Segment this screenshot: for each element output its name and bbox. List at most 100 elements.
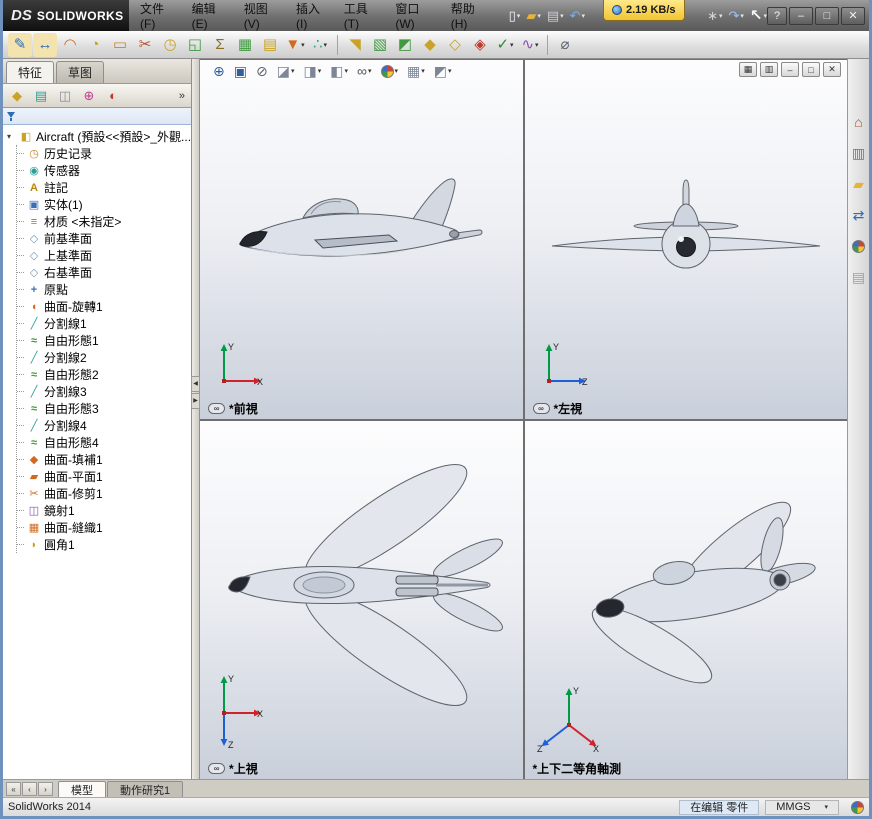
menu-view[interactable]: 视图(V) <box>237 0 289 31</box>
tab-first-button[interactable]: « <box>6 782 21 796</box>
menu-tools[interactable]: 工具(T) <box>337 0 389 31</box>
tree-item[interactable]: ≡ 材质 <未指定> <box>17 213 191 230</box>
offset-surface-icon[interactable]: ◇ <box>443 33 467 57</box>
view-orientation-icon[interactable]: ◨ ▾ <box>301 62 325 80</box>
three-d-curve-icon[interactable]: ◠ <box>58 33 82 57</box>
apply-scene-icon[interactable]: ▦ ▾ <box>404 62 428 80</box>
section-view-icon-caret[interactable]: ▾ <box>291 67 295 75</box>
tree-item[interactable]: ╱ 分割線1 <box>17 315 191 332</box>
pattern-icon-caret[interactable]: ▾ <box>324 41 328 49</box>
new-document-icon-caret[interactable]: ▾ <box>517 12 521 20</box>
dimxpertmanager-tab[interactable]: ⊕ <box>79 86 99 106</box>
history-bar-icon[interactable]: ◷ <box>158 33 182 57</box>
featuremanager-tab[interactable]: ◆ <box>7 86 27 106</box>
viewport-single-button[interactable]: ▥ <box>760 62 778 77</box>
undo-icon[interactable]: ↶ ▾ <box>568 8 587 23</box>
spline-tools-icon[interactable]: ∿ ▾ <box>518 33 542 57</box>
minimize-button[interactable]: – <box>789 6 813 25</box>
planar-surface-icon[interactable]: ▧ <box>368 33 392 57</box>
design-library-tab[interactable]: ▰ <box>850 175 868 193</box>
units-caret-icon[interactable]: ▾ <box>824 803 828 811</box>
filter-bar[interactable] <box>3 108 192 125</box>
tree-item[interactable]: ╱ 分割線4 <box>17 417 191 434</box>
filled-surface-icon[interactable]: ◆ <box>418 33 442 57</box>
undo-icon-caret[interactable]: ▾ <box>582 12 586 20</box>
edit-appearance-icon-caret[interactable]: ▾ <box>395 67 399 75</box>
file-explorer-tab[interactable]: ⇄ <box>850 206 868 224</box>
display-style-icon[interactable]: ◧ ▾ <box>327 62 351 80</box>
status-units-selector[interactable]: MMGS ▾ <box>765 799 839 815</box>
design-table-icon[interactable]: ▦ <box>233 33 257 57</box>
menu-help[interactable]: 帮助(H) <box>444 0 497 31</box>
annotations-icon[interactable]: ▤ <box>258 33 282 57</box>
tree-item[interactable]: ≈ 自由形態2 <box>17 366 191 383</box>
reorder-icon[interactable]: ◔ <box>83 33 107 57</box>
tree-item[interactable]: ▰ 曲面-平面1 <box>17 468 191 485</box>
measure-tool-icon[interactable]: ⌀ <box>553 33 577 57</box>
sketch-check-icon-caret[interactable]: ▾ <box>510 41 514 49</box>
menu-edit[interactable]: 编辑(E) <box>185 0 237 31</box>
displaymanager-tab[interactable]: ◐ <box>103 86 123 106</box>
propertymanager-tab[interactable]: ▤ <box>31 86 51 106</box>
knit-surface-icon[interactable]: ◩ <box>393 33 417 57</box>
viewport-layout-button[interactable]: ▦ <box>739 62 757 77</box>
tree-item[interactable]: ≈ 自由形態4 <box>17 434 191 451</box>
custom-properties-tab[interactable]: ▤ <box>850 268 868 286</box>
delete-face-icon[interactable]: ◈ <box>468 33 492 57</box>
edit-sketch-icon[interactable]: ✎ <box>8 32 32 57</box>
expand-panel-button[interactable]: ▶ <box>191 392 201 409</box>
home-tab[interactable]: ⌂ <box>850 113 868 131</box>
tree-item[interactable]: ◖ 曲面-旋轉1 <box>17 298 191 315</box>
tab-prev-button[interactable]: ‹ <box>22 782 37 796</box>
tree-item[interactable]: ▦ 曲面-縫織1 <box>17 519 191 536</box>
selection-filter-icon-caret[interactable]: ▾ <box>301 41 305 49</box>
view-orientation-icon-caret[interactable]: ▾ <box>318 67 322 75</box>
apply-scene-icon-caret[interactable]: ▾ <box>421 67 425 75</box>
doc-minimize-button[interactable]: – <box>781 62 799 77</box>
edit-appearance-icon[interactable]: ▾ <box>378 63 402 80</box>
extruded-surface-icon[interactable]: ◥ <box>343 33 367 57</box>
panel-tab-features[interactable]: 特征 <box>6 61 55 83</box>
selection-filter-icon[interactable]: ▼ ▾ <box>283 33 307 57</box>
maximize-button[interactable]: □ <box>815 6 839 25</box>
viewport-top[interactable]: ∞ *上視 Y X Z <box>200 420 523 779</box>
tree-root-part[interactable]: ▾ ◧ Aircraft (預設<<預設>_外觀... <box>7 128 191 145</box>
tree-item[interactable]: ◫ 鏡射1 <box>17 502 191 519</box>
rectangle-tool-icon[interactable]: ▭ <box>108 33 132 57</box>
tree-item[interactable]: ◉ 传感器 <box>17 162 191 179</box>
tree-item[interactable]: ╱ 分割線2 <box>17 349 191 366</box>
viewport-left[interactable]: ∞ *左視 Y Z <box>524 60 847 419</box>
pattern-icon[interactable]: ∴ ▾ <box>308 33 332 57</box>
tab-next-button[interactable]: › <box>38 782 53 796</box>
appearances-tab[interactable] <box>850 237 868 255</box>
help-button[interactable]: ? <box>767 6 787 25</box>
insert-part-icon[interactable]: ◱ <box>183 33 207 57</box>
status-sphere-icon[interactable] <box>851 800 864 814</box>
view-settings-icon-caret[interactable]: ▾ <box>448 67 452 75</box>
redo-icon-caret[interactable]: ▾ <box>740 12 744 20</box>
tree-item[interactable]: ◷ 历史记录 <box>17 145 191 162</box>
resources-tab[interactable]: ▥ <box>850 144 868 162</box>
menu-file[interactable]: 文件(F) <box>133 0 185 31</box>
open-document-icon[interactable]: ▰ ▾ <box>524 8 543 23</box>
options-gear-icon[interactable]: ∗ ▾ <box>705 8 724 23</box>
section-view-icon[interactable]: ◪ ▾ <box>274 62 298 80</box>
tree-expander-icon[interactable]: ▾ <box>7 132 16 141</box>
display-style-icon-caret[interactable]: ▾ <box>344 67 348 75</box>
hide-show-items-icon[interactable]: ∞ ▾ <box>354 62 375 80</box>
tree-item[interactable]: ╱ 分割線3 <box>17 383 191 400</box>
configurationmanager-tab[interactable]: ◫ <box>55 86 75 106</box>
open-document-icon-caret[interactable]: ▾ <box>537 12 541 20</box>
hide-show-items-icon-caret[interactable]: ▾ <box>368 67 372 75</box>
tree-item[interactable]: ◇ 右基準面 <box>17 264 191 281</box>
redo-icon[interactable]: ↷ ▾ <box>726 8 745 23</box>
magnified-selection-icon[interactable]: ⊘ <box>253 62 271 80</box>
tree-item[interactable]: ◆ 曲面-填補1 <box>17 451 191 468</box>
select-tool[interactable]: ↖ ▾ <box>750 0 767 31</box>
tree-item[interactable]: ✂ 曲面-修剪1 <box>17 485 191 502</box>
equations-icon[interactable]: Σ <box>208 33 232 57</box>
options-gear-icon-caret[interactable]: ▾ <box>719 12 723 20</box>
tree-item[interactable]: ◇ 上基準面 <box>17 247 191 264</box>
tab-motion-study-1[interactable]: 動作研究1 <box>107 781 184 797</box>
spline-tools-icon-caret[interactable]: ▾ <box>535 41 539 49</box>
